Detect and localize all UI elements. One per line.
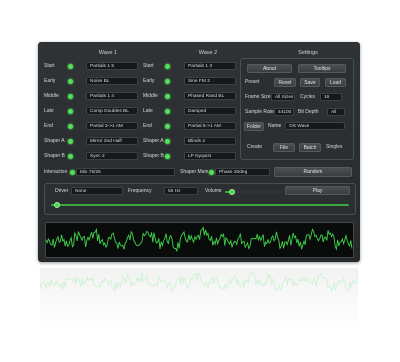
folder-button[interactable]: Folder (244, 122, 264, 131)
row-led-w1[interactable] (68, 139, 73, 144)
row-led-w2[interactable] (165, 124, 170, 129)
sample-rate-label: Sample Rate (245, 109, 274, 115)
tooltips-button[interactable]: Tooltips (298, 64, 346, 73)
waveform-line (45, 226, 353, 253)
shaper-main-led[interactable] (209, 170, 214, 175)
wave1-select[interactable]: Partials 1 4 (86, 92, 138, 100)
about-button[interactable]: About (247, 64, 292, 73)
row-led-w1[interactable] (68, 94, 73, 99)
row-led-w2[interactable] (165, 139, 170, 144)
interaction-label: Interaction (44, 169, 68, 175)
row-label-w2: Start (143, 63, 154, 69)
position-slider[interactable] (51, 204, 349, 206)
frequency-label: Frequency (128, 188, 152, 194)
singles-label: Singles (326, 144, 343, 150)
wave1-select[interactable]: Mirror 2nd Half (86, 137, 138, 145)
play-button[interactable]: Play (285, 186, 350, 195)
row-label-w2: Late (143, 108, 153, 114)
position-knob[interactable] (53, 202, 60, 208)
wave1-header: Wave 1 (98, 50, 118, 56)
row-led-w2[interactable] (165, 64, 170, 69)
random-button[interactable]: Random (274, 167, 352, 177)
row-led-w1[interactable] (68, 154, 73, 159)
preset-label: Preset (245, 79, 260, 85)
frequency-select[interactable]: 55 Hz (164, 187, 198, 195)
volume-knob[interactable] (228, 189, 235, 195)
file-button[interactable]: File (273, 143, 295, 152)
sample-rate-select[interactable]: 44100 (274, 108, 294, 116)
load-button[interactable]: Load (325, 78, 346, 87)
row-label-w1: Middle (44, 93, 59, 99)
row-label-w1: Early (44, 78, 56, 84)
wave2-select[interactable]: Sine FM 2 (184, 77, 236, 85)
bit-depth-label: Bit Depth (298, 109, 319, 115)
interaction-led[interactable] (70, 170, 75, 175)
row-label-w2: Shaper B (143, 153, 164, 159)
cycles-select[interactable]: 16 (320, 93, 342, 101)
settings-header: Settings (298, 50, 318, 56)
waveform-display (45, 222, 354, 258)
driver-label: Driver (55, 188, 69, 194)
row-led-w2[interactable] (165, 109, 170, 114)
wave2-header: Wave 2 (198, 50, 218, 56)
row-label-w1: Late (44, 108, 54, 114)
driver-select[interactable]: None (71, 187, 123, 195)
name-label: Name (268, 123, 282, 129)
wave2-select[interactable]: Blinds 2 (184, 137, 236, 145)
interaction-select[interactable]: Mix 75/25 (76, 168, 175, 176)
wave1-select[interactable]: Sync 2 (86, 152, 138, 160)
bit-depth-select[interactable]: All (327, 108, 345, 116)
reflection-svg (39, 271, 359, 293)
wave1-select[interactable]: Partial 3->1 AM (86, 122, 138, 130)
row-label-w1: Shaper B (44, 153, 65, 159)
row-label-w2: Early (143, 78, 155, 84)
wave2-select[interactable]: Partials 1 3 (184, 62, 236, 70)
shaper-main-select[interactable]: Phase 30deg (215, 168, 270, 176)
wave2-select[interactable]: LP Nyquist (184, 152, 236, 160)
wave1-select[interactable]: Partials 1 5 (86, 62, 138, 70)
row-label-w1: End (44, 123, 53, 129)
create-label: Create (247, 144, 263, 150)
shaper-main-label: Shaper Main (180, 169, 209, 175)
wave2-select[interactable]: Damped (184, 107, 236, 115)
row-label-w2: Middle (143, 93, 158, 99)
row-led-w2[interactable] (165, 154, 170, 159)
player-panel: Driver None Frequency 55 Hz Volume Play (44, 183, 356, 215)
row-label-w1: Shaper A (44, 138, 65, 144)
frame-size-label: Frame Size (245, 94, 271, 100)
wave1-select[interactable]: Noise BL (86, 77, 138, 85)
batch-button[interactable]: Batch (299, 143, 321, 152)
row-label-w2: Shaper A (143, 138, 164, 144)
waveform-reflection-line (39, 271, 359, 293)
volume-label: Volume (205, 188, 222, 194)
name-input[interactable]: OS Wave (285, 122, 345, 130)
wave2-select[interactable]: Partial 8->1 AM (184, 122, 236, 130)
row-led-w1[interactable] (68, 79, 73, 84)
row-led-w2[interactable] (165, 79, 170, 84)
wave2-select[interactable]: Phased Rand BL (184, 92, 236, 100)
row-led-w1[interactable] (68, 109, 73, 114)
row-label-w2: End (143, 123, 152, 129)
row-led-w2[interactable] (165, 94, 170, 99)
reflection (39, 268, 359, 328)
settings-panel: About Tooltips Preset Reset Save Load Fr… (240, 58, 354, 160)
row-label-w1: Start (44, 63, 55, 69)
wave1-select[interactable]: Comp Doubles BL (86, 107, 138, 115)
waveform-svg (45, 226, 353, 253)
frame-size-select[interactable]: All Sizes (271, 93, 295, 101)
row-led-w1[interactable] (68, 124, 73, 129)
reset-button[interactable]: Reset (274, 78, 296, 87)
save-button[interactable]: Save (300, 78, 320, 87)
row-led-w1[interactable] (68, 64, 73, 69)
cycles-label: Cycles (300, 94, 316, 100)
